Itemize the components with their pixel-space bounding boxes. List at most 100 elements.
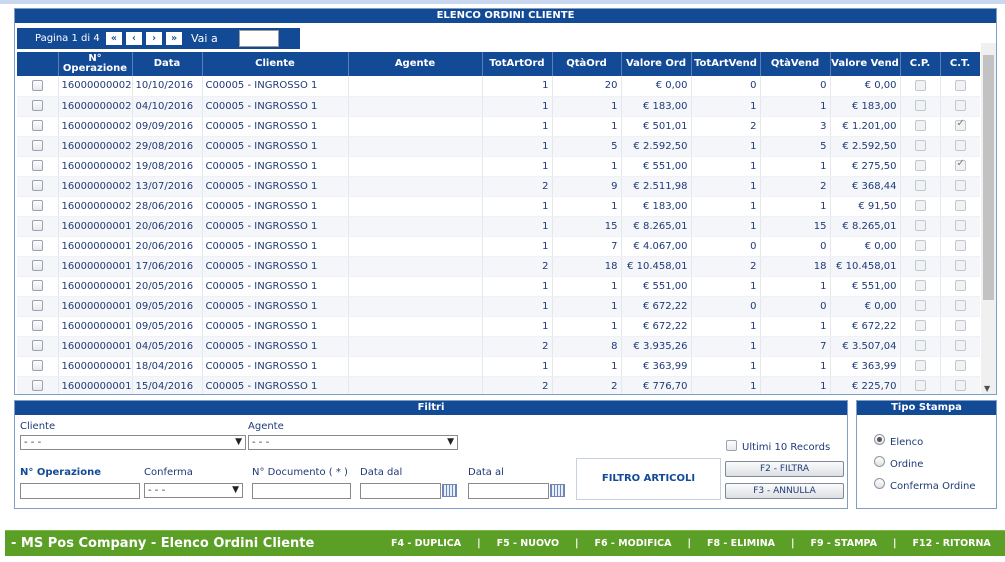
next-page-button[interactable]: › (145, 31, 163, 46)
table-row[interactable]: 160000000017 17/06/2016 C00005 - INGROSSO … (17, 256, 980, 277)
ct-cell (940, 356, 980, 377)
agente-select[interactable]: - - - ▼ (248, 435, 458, 450)
table-row[interactable]: 160000000012 18/04/2016 C00005 - INGROSSO … (17, 356, 980, 377)
row-select-checkbox[interactable] (31, 180, 43, 192)
valore-vend-cell: € 2.592,50 (830, 136, 901, 157)
filtro-articoli-button[interactable]: FILTRO ARTICOLI (576, 458, 721, 500)
row-select-checkbox[interactable] (31, 260, 43, 272)
stampa-button[interactable]: F9 - STAMPA (810, 538, 877, 549)
row-select-checkbox[interactable] (31, 140, 43, 152)
duplica-button[interactable]: F4 - DUPLICA (391, 538, 461, 549)
col-header[interactable]: N° Operazione (58, 52, 133, 76)
cp-checkbox (914, 260, 926, 272)
row-select-checkbox[interactable] (31, 160, 43, 172)
row-select-checkbox[interactable] (31, 380, 43, 392)
table-row[interactable]: 160000000014 09/05/2016 C00005 - INGROSSO … (17, 316, 980, 337)
valore-vend-cell: € 0,00 (830, 76, 901, 97)
cliente-cell: C00005 - INGROSSO 1 (202, 296, 349, 317)
scrollbar-thumb[interactable] (983, 55, 994, 300)
table-row[interactable]: 160000000023 29/08/2016 C00005 - INGROSSO … (17, 136, 980, 157)
ultimi-10-label: Ultimi 10 Records (742, 442, 831, 453)
col-header[interactable]: QtàVend (760, 52, 831, 76)
valore-ord-cell: € 0,00 (621, 76, 692, 97)
valore-vend-cell: € 183,00 (830, 96, 901, 117)
filtra-button[interactable]: F2 - FILTRA (725, 461, 844, 477)
modifica-button[interactable]: F6 - MODIFICA (595, 538, 672, 549)
col-header[interactable]: TotArtOrd (482, 52, 553, 76)
pager: Pagina 1 di 4 « ‹ › » Vai a (17, 28, 300, 49)
data-dal-input[interactable] (360, 483, 441, 499)
cp-cell (900, 216, 941, 237)
qtaord-cell: 1 (552, 156, 622, 177)
row-select-checkbox[interactable] (31, 100, 43, 112)
ct-checkbox (954, 340, 966, 352)
ultimi-10-checkbox[interactable] (726, 440, 737, 451)
first-page-button[interactable]: « (105, 31, 123, 46)
col-header[interactable]: C.T. (940, 52, 980, 76)
col-header[interactable]: Agente (348, 52, 483, 76)
cliente-cell: C00005 - INGROSSO 1 (202, 336, 349, 357)
row-select-checkbox[interactable] (31, 320, 43, 332)
table-row[interactable]: 160000000018 20/06/2016 C00005 - INGROSSO … (17, 236, 980, 257)
col-header[interactable]: Data (132, 52, 203, 76)
cliente-select[interactable]: - - - ▼ (20, 435, 246, 450)
calendar-icon[interactable] (550, 484, 565, 497)
scroll-down-arrow-icon[interactable]: ▼ (984, 384, 990, 393)
col-header[interactable]: Valore Vend (830, 52, 901, 76)
documento-input[interactable] (252, 483, 351, 499)
ct-checkbox (954, 320, 966, 332)
data-cell: 20/06/2016 (132, 216, 203, 237)
col-header[interactable]: Cliente (202, 52, 349, 76)
ct-checkbox (954, 200, 966, 212)
ct-cell (940, 196, 980, 217)
table-row[interactable]: 160000000026 10/10/2016 C00005 - INGROSSO … (17, 76, 980, 97)
col-header[interactable]: TotArtVend (691, 52, 761, 76)
row-select-checkbox[interactable] (31, 200, 43, 212)
table-row[interactable]: 160000000022 19/08/2016 C00005 - INGROSSO … (17, 156, 980, 177)
table-row[interactable]: 160000000016 20/05/2016 C00005 - INGROSSO … (17, 276, 980, 297)
radio-elenco[interactable] (874, 434, 885, 445)
table-row[interactable]: 160000000020 28/06/2016 C00005 - INGROSSO … (17, 196, 980, 217)
agente-label: Agente (248, 421, 284, 432)
operazione-cell: 160000000019 (58, 216, 133, 237)
table-row[interactable]: 160000000013 04/05/2016 C00005 - INGROSSO … (17, 336, 980, 357)
row-select-checkbox[interactable] (31, 340, 43, 352)
qtaord-cell: 20 (552, 76, 622, 97)
nuovo-button[interactable]: F5 - NUOVO (497, 538, 559, 549)
data-al-input[interactable] (468, 483, 549, 499)
grid-scrollbar[interactable]: ▼ (981, 43, 996, 394)
ct-checkbox (954, 180, 966, 192)
prev-page-button[interactable]: ‹ (125, 31, 143, 46)
col-header[interactable]: Valore Ord (621, 52, 692, 76)
elimina-button[interactable]: F8 - ELIMINA (707, 538, 775, 549)
ritorna-button[interactable]: F12 - RITORNA (912, 538, 990, 549)
table-row[interactable]: 160000000021 13/07/2016 C00005 - INGROSSO … (17, 176, 980, 197)
table-row[interactable]: 160000000019 20/06/2016 C00005 - INGROSSO … (17, 216, 980, 237)
radio-conferma-ordine[interactable] (874, 478, 885, 489)
calendar-icon[interactable] (442, 484, 457, 497)
table-row[interactable]: 160000000024 09/09/2016 C00005 - INGROSSO … (17, 116, 980, 137)
operazione-cell: 160000000022 (58, 156, 133, 177)
col-header[interactable]: C.P. (900, 52, 941, 76)
operazione-input[interactable] (20, 483, 140, 499)
qtavend-cell: 18 (760, 256, 831, 277)
conferma-select[interactable]: - - - ▼ (144, 483, 243, 498)
radio-ordine[interactable] (874, 456, 885, 467)
table-row[interactable]: 160000000025 04/10/2016 C00005 - INGROSSO … (17, 96, 980, 117)
row-select-checkbox[interactable] (31, 80, 43, 91)
valore-ord-cell: € 776,70 (621, 376, 692, 394)
row-select-checkbox[interactable] (31, 280, 43, 292)
col-header[interactable]: QtàOrd (552, 52, 622, 76)
row-select-checkbox[interactable] (31, 120, 43, 132)
row-select-checkbox[interactable] (31, 240, 43, 252)
table-row[interactable]: 160000000015 09/05/2016 C00005 - INGROSSO … (17, 296, 980, 317)
annulla-button[interactable]: F3 - ANNULLA (725, 483, 844, 499)
row-select-checkbox[interactable] (31, 220, 43, 232)
cliente-cell: C00005 - INGROSSO 1 (202, 156, 349, 177)
row-select-checkbox[interactable] (31, 360, 43, 372)
row-select-checkbox[interactable] (31, 300, 43, 312)
table-row[interactable]: 160000000011 15/04/2016 C00005 - INGROSSO … (17, 376, 980, 394)
valore-ord-cell: € 2.592,50 (621, 136, 692, 157)
last-page-button[interactable]: » (165, 31, 183, 46)
goto-page-input[interactable] (239, 30, 279, 47)
